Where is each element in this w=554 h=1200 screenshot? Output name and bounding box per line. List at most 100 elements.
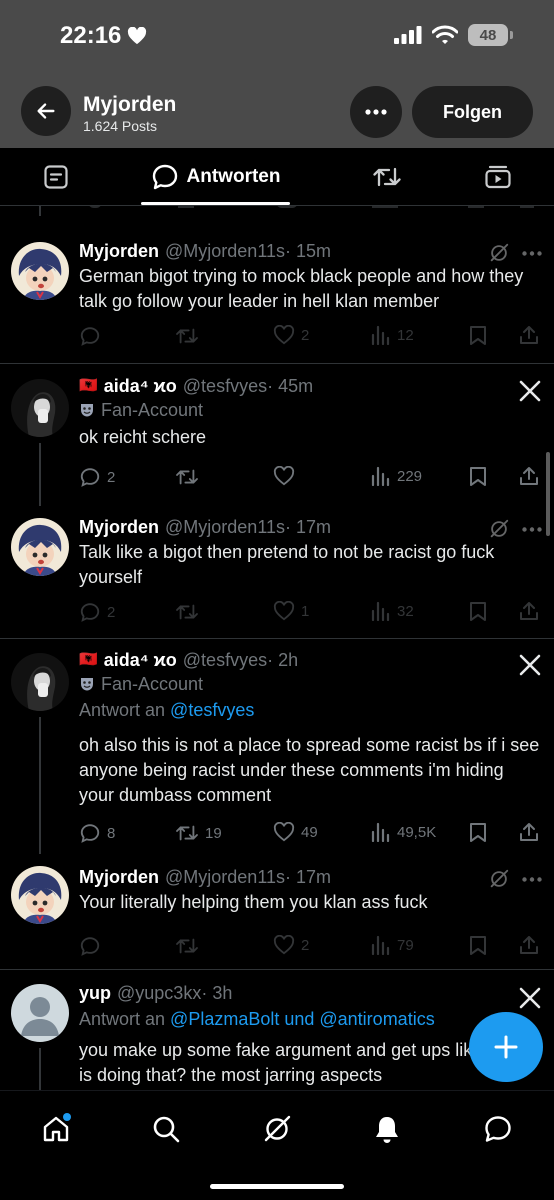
reply-post[interactable]: 🇦🇱 aida⁴ ϰo @tesfvyes · 45m Fan-Account … [0, 365, 554, 506]
author-handle[interactable]: @Myjorden11s [165, 866, 285, 888]
like-action[interactable]: 2 [273, 935, 309, 955]
reply-post[interactable]: 🇦🇱 aida⁴ ϰo @tesfvyes · 2h Fan-Account A… [0, 639, 554, 854]
views-action[interactable]: 229 [371, 466, 422, 486]
repost-action[interactable] [175, 935, 205, 957]
reply-action[interactable] [79, 935, 107, 957]
reply-action[interactable] [79, 325, 107, 347]
avatar[interactable] [11, 242, 69, 300]
post-time: · 15m [285, 241, 332, 261]
author-handle[interactable]: @Myjorden11s [165, 240, 285, 262]
repost-action[interactable] [175, 466, 205, 488]
tab-posts[interactable] [30, 148, 82, 206]
reply-post[interactable]: Myjorden @Myjorden11s · 15m German bigot… [0, 230, 554, 364]
author-name[interactable]: aida⁴ ϰo [104, 649, 177, 671]
nav-home[interactable] [36, 1109, 76, 1149]
heart-outline-icon [273, 466, 295, 486]
author-name[interactable]: Myjorden [79, 866, 159, 888]
post-body: Myjorden @Myjorden11s · 15m German bigot… [79, 240, 540, 314]
share-action[interactable] [519, 822, 539, 842]
signal-icon [394, 26, 422, 44]
more-button[interactable] [350, 86, 402, 138]
bookmark-action[interactable] [469, 935, 487, 955]
bookmark-action[interactable] [469, 466, 487, 486]
like-action[interactable]: 1 [273, 601, 309, 621]
views-action[interactable]: 49,5K [371, 822, 436, 842]
post-actions: 2 229 [79, 466, 539, 492]
post-header: 🇦🇱 aida⁴ ϰo @tesfvyes · 45m [79, 375, 540, 397]
bookmark-action[interactable] [469, 325, 487, 345]
reply-to-link[interactable]: @tesfvyes [170, 700, 254, 720]
author-name[interactable]: aida⁴ ϰo [104, 375, 177, 397]
author-handle[interactable]: @yupc3kx [117, 982, 201, 1004]
scrollbar[interactable] [546, 452, 550, 536]
home-indicator[interactable] [210, 1184, 344, 1189]
views-icon [371, 325, 390, 345]
reply-action[interactable]: 8 [79, 822, 115, 844]
repost-icon [176, 938, 198, 954]
avatar[interactable] [11, 653, 69, 711]
views-icon [371, 935, 390, 955]
reply-post[interactable]: Myjorden @Myjorden11s · 17m Talk like a … [0, 506, 554, 639]
repost-action[interactable]: 19 [175, 822, 222, 844]
more-dots-icon[interactable] [522, 876, 542, 882]
views-action[interactable]: 12 [371, 325, 414, 345]
like-action[interactable]: 2 [273, 325, 309, 345]
share-action[interactable] [519, 325, 539, 345]
avatar[interactable] [11, 866, 69, 924]
author-name[interactable]: Myjorden [79, 516, 159, 538]
search-icon [153, 1116, 180, 1143]
post-top-actions [518, 653, 542, 677]
author-handle[interactable]: @tesfvyes [183, 649, 267, 671]
reply-action[interactable]: 2 [79, 466, 115, 488]
post-actions: 2 1 32 [79, 601, 539, 627]
back-button[interactable] [21, 86, 71, 136]
x-logo-icon[interactable] [518, 653, 542, 677]
views-action[interactable]: 79 [371, 935, 414, 955]
like-action[interactable] [273, 466, 301, 486]
more-dots-icon[interactable] [522, 526, 542, 532]
repost-action[interactable] [175, 325, 205, 347]
grok-icon[interactable] [488, 242, 510, 264]
more-dots-icon[interactable] [522, 250, 542, 256]
author-name[interactable]: Myjorden [79, 240, 159, 262]
tab-replies[interactable]: Antworten [141, 148, 290, 206]
views-action[interactable]: 32 [371, 601, 414, 621]
tab-reposts[interactable] [360, 148, 414, 206]
tab-media[interactable] [472, 148, 524, 206]
bookmark-icon [470, 602, 486, 621]
reply-to-link[interactable]: @PlazmaBolt und @antiromatics [170, 1009, 435, 1029]
compose-button[interactable] [469, 1012, 543, 1082]
bookmark-action[interactable] [469, 601, 487, 621]
nav-grok[interactable] [257, 1109, 297, 1149]
follow-button[interactable]: Folgen [412, 86, 533, 138]
x-logo-icon[interactable] [518, 379, 542, 403]
avatar[interactable] [11, 518, 69, 576]
reply-post[interactable]: Myjorden @Myjorden11s · 17m Your literal… [0, 854, 554, 970]
nav-messages[interactable] [478, 1109, 518, 1149]
author-name[interactable]: yup [79, 982, 111, 1004]
reply-icon [80, 327, 100, 346]
default-avatar[interactable] [11, 984, 69, 1042]
author-handle[interactable]: @tesfvyes [183, 375, 267, 397]
repost-action[interactable] [175, 601, 205, 623]
share-action[interactable] [519, 935, 539, 955]
share-action[interactable] [519, 466, 539, 486]
wifi-icon [432, 25, 458, 44]
grok-icon[interactable] [488, 868, 510, 890]
x-logo-icon[interactable] [518, 986, 542, 1010]
grok-icon[interactable] [488, 518, 510, 540]
arrow-left-icon [37, 103, 55, 119]
share-action[interactable] [519, 601, 539, 621]
thread-line [39, 717, 41, 854]
avatar[interactable] [11, 379, 69, 437]
nav-search[interactable] [146, 1109, 186, 1149]
repost-icon [176, 469, 198, 485]
views-icon [371, 822, 390, 842]
like-action[interactable]: 49 [273, 822, 318, 842]
reply-post[interactable]: yup @yupc3kx · 3h Antwort an @PlazmaBolt… [0, 970, 554, 1090]
bookmark-action[interactable] [469, 822, 487, 842]
nav-notifications[interactable] [367, 1109, 407, 1149]
post-top-actions [488, 518, 542, 540]
reply-action[interactable]: 2 [79, 601, 115, 623]
author-handle[interactable]: @Myjorden11s [165, 516, 285, 538]
